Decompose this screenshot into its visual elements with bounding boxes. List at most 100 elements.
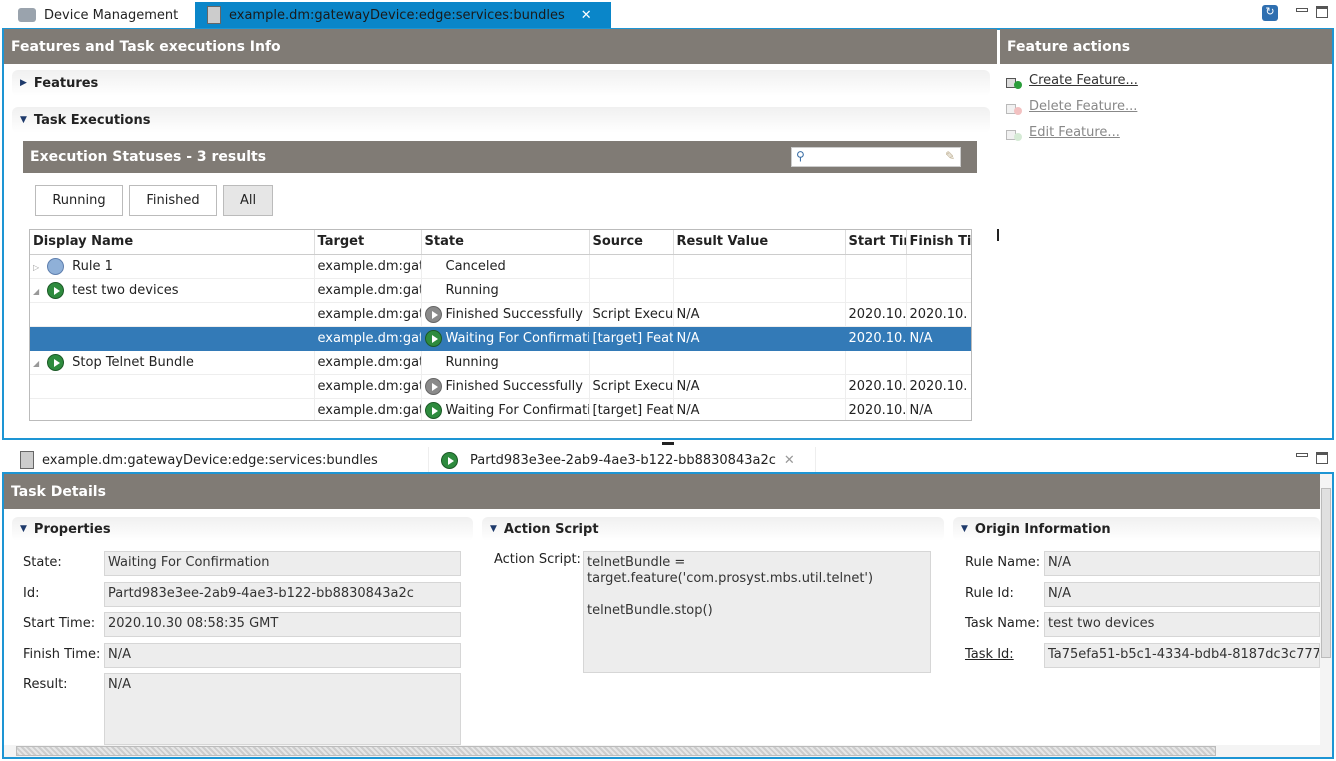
clear-icon[interactable]: ✎ [945, 149, 955, 163]
column-header[interactable]: Source [589, 230, 674, 255]
maximize-button[interactable] [1316, 6, 1328, 18]
close-icon[interactable]: ✕ [784, 453, 795, 468]
state-cell: Running [421, 278, 590, 303]
close-icon[interactable]: ✕ [581, 8, 592, 23]
chevron-down-icon: ▼ [20, 524, 27, 534]
origin-field[interactable]: N/A [1044, 551, 1320, 576]
result-cell: N/A [673, 398, 846, 420]
origin-field[interactable]: test two devices [1044, 612, 1320, 637]
vertical-scrollbar[interactable] [1320, 474, 1332, 757]
action-link[interactable]: Edit Feature... [1029, 125, 1120, 140]
device-icon [18, 8, 36, 22]
execution-statuses-header: Execution Statuses - 3 results ⚲ ✎ [23, 141, 977, 173]
column-header[interactable]: Display Name [30, 230, 315, 255]
bottom-tab-bar: example.dm:gatewayDevice:edge:services:b… [0, 447, 1336, 473]
play-gray-icon [424, 377, 442, 395]
origin-label: Rule Id: [965, 586, 1014, 601]
start-cell: 2020.10. [845, 398, 907, 420]
source-cell: Script Execut [589, 374, 674, 399]
property-field[interactable]: 2020.10.30 08:58:35 GMT [104, 612, 461, 637]
table-row[interactable]: example.dm:gat Finished Successfully Scrip… [30, 302, 971, 327]
property-field[interactable]: N/A [104, 673, 461, 745]
target-cell: example.dm:gat [314, 278, 422, 303]
splitter-handle[interactable] [662, 442, 674, 445]
state-cell: Waiting For Confirmati [421, 326, 590, 351]
column-header[interactable]: Start Tir [845, 230, 907, 255]
search-icon: ⚲ [796, 149, 805, 163]
collapse-icon[interactable]: ◢ [33, 287, 47, 296]
minimize-button[interactable] [1296, 8, 1308, 12]
action-link[interactable]: Delete Feature... [1029, 99, 1137, 114]
maximize-button[interactable] [1316, 452, 1328, 464]
filter-running-button[interactable]: Running [35, 185, 123, 216]
expand-icon[interactable]: ▷ [33, 263, 47, 272]
column-header[interactable]: Finish Ti [906, 230, 971, 255]
display-name-cell: ◢ Stop Telnet Bundle [30, 350, 315, 375]
state-cell: Running [421, 350, 590, 375]
play-green-icon [424, 401, 442, 419]
action-link[interactable]: Create Feature... [1029, 73, 1138, 88]
refresh-button[interactable]: ↻ [1262, 5, 1278, 21]
filter-finished-button[interactable]: Finished [129, 185, 217, 216]
table-row[interactable]: example.dm:gat Finished Successfully Scrip… [30, 374, 971, 399]
feature-icon [1006, 98, 1022, 115]
chevron-down-icon: ▼ [490, 524, 497, 534]
state-cell: Finished Successfully [421, 374, 590, 399]
property-field[interactable]: Partd983e3ee-2ab9-4ae3-b122-bb8830843a2c [104, 582, 461, 607]
origin-field[interactable]: Ta75efa51-b5c1-4334-bdb4-8187dc3c777c [1044, 643, 1320, 668]
property-label: State: [23, 555, 62, 570]
result-cell [673, 254, 846, 279]
column-header[interactable]: State [421, 230, 590, 255]
target-cell: example.dm:gat [314, 254, 422, 279]
column-header[interactable]: Result Value [673, 230, 846, 255]
search-input[interactable]: ⚲ ✎ [791, 147, 961, 167]
action-script-section[interactable]: ▼ Action Script [482, 517, 944, 541]
target-cell: example.dm:gat [314, 374, 422, 399]
target-cell: example.dm:gat [314, 326, 422, 351]
source-cell [589, 278, 674, 303]
gateway-icon [207, 6, 221, 24]
table-row[interactable]: ◢ test two devices example.dm:gat Running [30, 278, 971, 303]
properties-section[interactable]: ▼ Properties [12, 517, 473, 541]
table-row[interactable]: ◢ Stop Telnet Bundle example.dm:gat Runnin… [30, 350, 971, 375]
column-header[interactable]: Target [314, 230, 422, 255]
target-cell: example.dm:gat [314, 398, 422, 420]
table-row[interactable]: example.dm:gat Waiting For Confirmati [tar… [30, 398, 971, 420]
features-section[interactable]: ▶ Features [12, 70, 990, 96]
property-label: Start Time: [23, 616, 96, 631]
tab-gateway-bundles-bottom[interactable]: example.dm:gatewayDevice:edge:services:b… [8, 447, 418, 473]
display-name-cell [30, 374, 315, 399]
property-label: Result: [23, 677, 68, 692]
filter-all-button[interactable]: All [223, 185, 273, 216]
task-details-title: Task Details [4, 474, 1320, 509]
table-row[interactable]: ▷ Rule 1 example.dm:gat Canceled [30, 254, 971, 279]
finish-cell: 2020.10. [906, 302, 971, 327]
result-cell [673, 278, 846, 303]
start-cell [845, 350, 907, 375]
horizontal-scrollbar[interactable] [4, 745, 1320, 757]
target-cell: example.dm:gat [314, 350, 422, 375]
origin-field[interactable]: N/A [1044, 582, 1320, 607]
source-cell: Script Execut [589, 302, 674, 327]
play-green-icon [47, 353, 64, 371]
chevron-down-icon: ▼ [20, 115, 27, 125]
origin-section[interactable]: ▼ Origin Information [953, 517, 1320, 541]
action-script-field[interactable]: telnetBundle = target.feature('com.prosy… [583, 551, 931, 673]
state-cell: Canceled [421, 254, 590, 279]
origin-label[interactable]: Task Id: [965, 647, 1014, 662]
tab-gateway-bundles[interactable]: example.dm:gatewayDevice:edge:services:b… [195, 2, 611, 28]
collapse-icon[interactable]: ◢ [33, 359, 47, 368]
sash[interactable] [997, 229, 999, 241]
tab-task-detail[interactable]: Partd983e3ee-2ab9-4ae3-b122-bb8830843a2c… [428, 447, 816, 473]
property-field[interactable]: Waiting For Confirmation [104, 551, 461, 576]
execution-table: Display Name Target State Source Result Valu… [29, 229, 972, 421]
tab-device-management[interactable]: Device Management [6, 2, 192, 28]
display-name-cell [30, 326, 315, 351]
result-cell: N/A [673, 374, 846, 399]
origin-label: Task Name: [965, 616, 1040, 631]
property-field[interactable]: N/A [104, 643, 461, 668]
table-row[interactable]: example.dm:gat Waiting For Confirmati [tar… [30, 326, 971, 351]
minimize-button[interactable] [1296, 453, 1308, 457]
task-executions-section[interactable]: ▼ Task Executions [12, 107, 990, 133]
play-green-icon [47, 281, 64, 299]
